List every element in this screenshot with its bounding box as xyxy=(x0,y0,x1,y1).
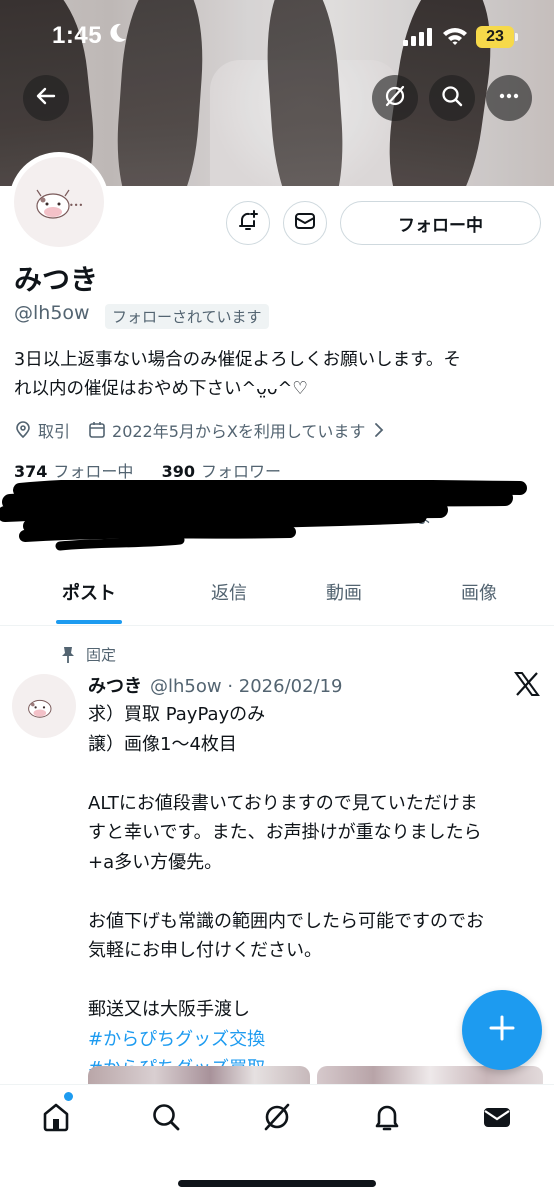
mail-icon xyxy=(293,209,317,237)
post-line: すと幸いです。また、お声掛けが重なりましたら xyxy=(88,822,482,843)
post-line xyxy=(88,966,538,996)
post-line: 譲）画像1〜4枚目 xyxy=(88,733,237,755)
post-line: ALTにお値段書いておりますので見ていただけま xyxy=(88,792,478,814)
more-icon xyxy=(497,84,521,112)
profile-meta: 取引 2022年5月からXを利用しています xyxy=(14,417,391,443)
battery-tip xyxy=(515,33,518,41)
follow-counts: 374 フォロー中 390 フォロワー xyxy=(14,458,281,482)
notifications-toggle-button[interactable] xyxy=(226,201,270,245)
home-icon xyxy=(40,1101,72,1137)
nav-search[interactable] xyxy=(146,1099,186,1139)
bell-icon xyxy=(371,1101,403,1137)
home-indicator xyxy=(178,1180,376,1187)
tab-posts[interactable]: ポスト xyxy=(44,570,134,626)
arrow-left-icon xyxy=(34,84,58,112)
bell-plus-icon xyxy=(236,209,260,237)
followers-link[interactable]: 390 フォロワー xyxy=(162,462,281,481)
moon-icon xyxy=(110,22,128,48)
post-line xyxy=(88,877,538,907)
grok-icon xyxy=(383,84,407,112)
wifi-icon xyxy=(442,26,468,50)
grok-button[interactable] xyxy=(372,75,418,121)
post-line: +a多い方優先。 xyxy=(88,851,223,873)
nav-grok[interactable] xyxy=(257,1099,297,1139)
following-link[interactable]: 374 フォロー中 xyxy=(14,462,133,481)
tab-replies[interactable]: 返信 xyxy=(184,570,274,626)
status-bar: 1:45 23 xyxy=(0,0,554,74)
follows-you-badge: フォローされています xyxy=(105,304,269,329)
search-button[interactable] xyxy=(429,75,475,121)
post-author-meta: @lh5ow · 2026/02/19 xyxy=(150,676,343,697)
tab-media[interactable]: 画像 xyxy=(434,570,524,626)
mail-icon xyxy=(481,1101,513,1137)
profile-location: 取引 xyxy=(38,422,71,441)
following-count: 374 xyxy=(14,462,48,481)
grok-icon xyxy=(261,1101,293,1137)
status-time: 1:45 xyxy=(52,22,103,49)
x-logo-icon[interactable] xyxy=(514,672,540,700)
profile-tabs: ポスト 返信 動画 画像 xyxy=(0,570,554,626)
compose-post-button[interactable] xyxy=(462,990,542,1070)
plus-icon xyxy=(487,1013,517,1047)
post-author-name[interactable]: みつき xyxy=(88,676,142,697)
post-line: 気軽にお申し付けください。 xyxy=(88,940,322,961)
post-line xyxy=(88,759,538,789)
calendar-icon xyxy=(88,421,106,439)
home-notification-dot xyxy=(64,1092,73,1101)
more-button[interactable] xyxy=(486,75,532,121)
post-header: みつき @lh5ow · 2026/02/19 xyxy=(88,672,343,698)
avatar: ••• xyxy=(14,157,104,247)
battery-indicator: 23 xyxy=(476,26,514,48)
bio-line: れ以内の催促はおやめ下さい^ᴗ̤ᴗ^♡ xyxy=(14,379,308,399)
post-line: お値下げも常識の範囲内でしたら可能ですのでお xyxy=(88,910,484,932)
followers-count: 390 xyxy=(161,462,196,481)
nav-notifications[interactable] xyxy=(367,1099,407,1139)
pinned-indicator: 固定 xyxy=(60,644,116,665)
pinned-label: 固定 xyxy=(86,646,117,664)
profile-avatar[interactable]: ••• xyxy=(9,152,109,252)
bio-line: 3日以上返事ない場合のみ催促よろしくお願いします。そ xyxy=(14,350,461,370)
message-button[interactable] xyxy=(283,201,327,245)
signal-icon xyxy=(403,28,433,50)
profile-name: みつき xyxy=(14,263,99,296)
post-line: 求）買取 PayPayのみ xyxy=(88,704,266,725)
profile-handle: @lh5ow xyxy=(14,302,90,324)
following-button[interactable]: フォロー中 xyxy=(340,201,541,245)
svg-text:•••: ••• xyxy=(69,201,83,210)
profile-joined[interactable]: 2022年5月からXを利用しています xyxy=(112,418,365,442)
nav-messages[interactable] xyxy=(477,1099,517,1139)
profile-bio: 3日以上返事ない場合のみ催促よろしくお願いします。そ れ以内の催促はおやめ下さい… xyxy=(14,346,544,404)
back-button[interactable] xyxy=(23,75,69,121)
chevron-right-icon[interactable] xyxy=(373,422,385,438)
post-author-avatar[interactable] xyxy=(12,674,76,738)
followers-label: フォロワー xyxy=(201,462,282,481)
active-tab-indicator xyxy=(56,620,122,624)
search-icon xyxy=(440,84,464,112)
pin-icon xyxy=(60,646,76,664)
nav-home[interactable] xyxy=(36,1099,76,1139)
location-pin-icon xyxy=(14,421,32,439)
redaction-scribble xyxy=(0,480,527,551)
cow-illustration-icon: ••• xyxy=(36,189,83,219)
cow-illustration-icon xyxy=(28,699,52,718)
tab-videos[interactable]: 動画 xyxy=(299,570,389,626)
following-label: フォロー中 xyxy=(53,462,134,481)
search-icon xyxy=(150,1101,182,1137)
